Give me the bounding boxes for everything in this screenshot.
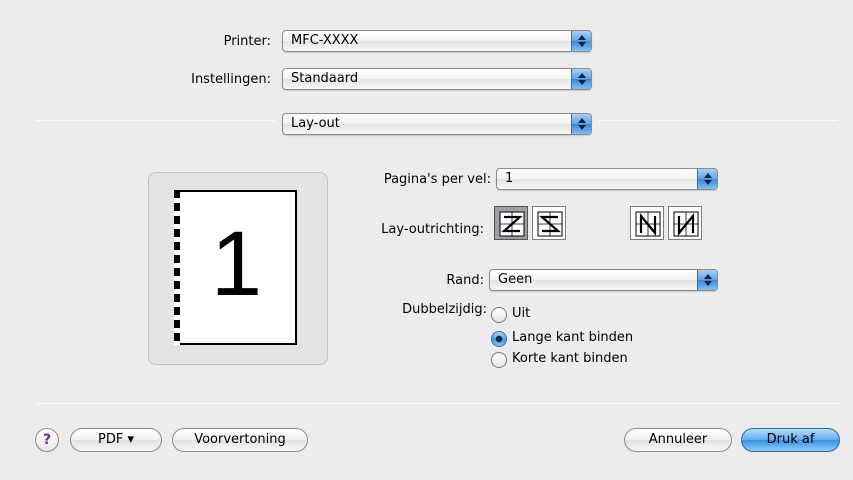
cancel-button[interactable]: Annuleer <box>624 428 732 452</box>
printer-popup[interactable]: MFC-XXXX <box>282 30 592 52</box>
printer-label: Printer: <box>223 34 271 49</box>
preview-button[interactable]: Voorvertoning <box>172 428 308 452</box>
popup-arrows-icon <box>697 270 717 290</box>
pages-per-sheet-value: 1 <box>505 171 514 186</box>
settings-label: Instellingen: <box>191 72 271 87</box>
print-button[interactable]: Druk af <box>741 428 840 452</box>
direction-reverse-n-button[interactable] <box>668 206 702 240</box>
duplex-short-edge-radio[interactable] <box>491 352 507 368</box>
panel-value: Lay-out <box>291 116 340 131</box>
separator <box>35 403 838 404</box>
preview-page: 1 <box>174 190 297 345</box>
pages-per-sheet-label: Pagina's per vel: <box>383 172 491 187</box>
popup-arrows-icon <box>697 169 717 189</box>
separator <box>598 120 838 121</box>
duplex-off-label: Uit <box>512 306 531 321</box>
direction-n-button[interactable] <box>630 206 664 240</box>
duplex-label: Dubbelzijdig: <box>402 302 487 317</box>
direction-z-button[interactable] <box>494 206 528 240</box>
n-order-icon <box>635 211 661 237</box>
help-icon[interactable]: ? <box>35 428 59 452</box>
layout-direction-label: Lay-outrichting: <box>381 222 484 237</box>
duplex-long-edge-label: Lange kant binden <box>512 330 634 345</box>
pages-per-sheet-popup[interactable]: 1 <box>496 168 718 190</box>
settings-popup[interactable]: Standaard <box>282 68 592 90</box>
preview-page-number: 1 <box>210 213 263 315</box>
reverse-n-order-icon <box>673 211 699 237</box>
border-value: Geen <box>498 272 533 287</box>
popup-arrows-icon <box>571 114 591 134</box>
panel-popup[interactable]: Lay-out <box>282 113 592 135</box>
s-order-icon <box>537 211 563 237</box>
printer-value: MFC-XXXX <box>291 33 359 48</box>
separator <box>35 120 275 121</box>
popup-arrows-icon <box>571 69 591 89</box>
duplex-long-edge-radio[interactable] <box>491 331 507 347</box>
popup-arrows-icon <box>571 31 591 51</box>
border-label: Rand: <box>446 273 484 288</box>
z-order-icon <box>499 211 525 237</box>
duplex-short-edge-label: Korte kant binden <box>512 351 628 366</box>
duplex-off-radio[interactable] <box>491 307 507 323</box>
border-popup[interactable]: Geen <box>489 269 718 291</box>
settings-value: Standaard <box>291 71 359 86</box>
pdf-button[interactable]: PDF ▾ <box>70 428 162 452</box>
direction-s-button[interactable] <box>532 206 566 240</box>
